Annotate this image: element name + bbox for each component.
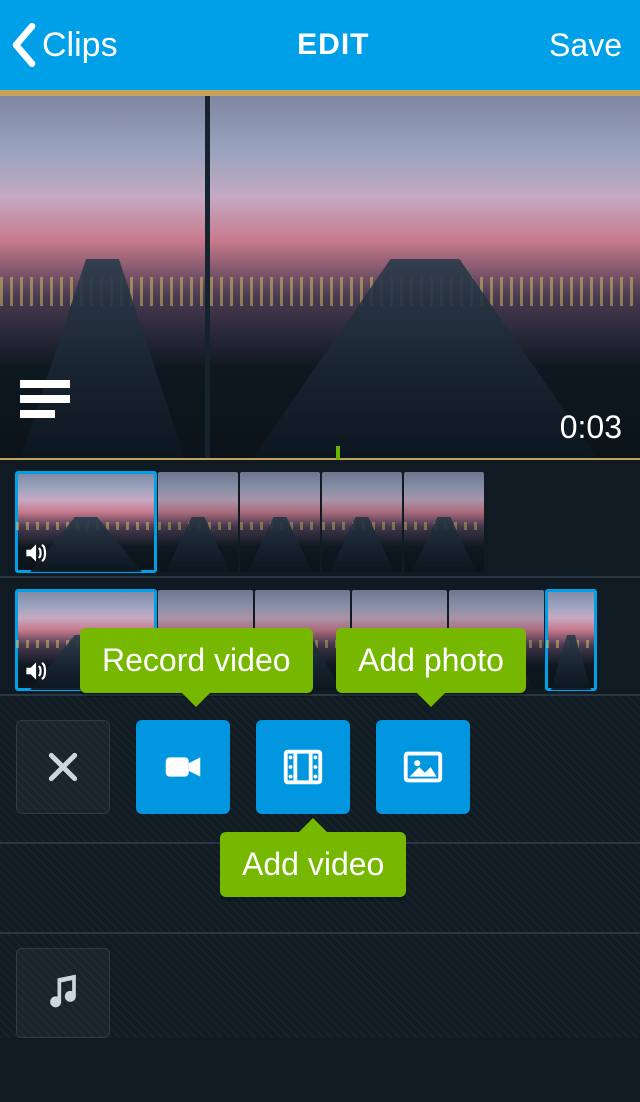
video-camera-icon — [160, 744, 206, 790]
back-button[interactable]: Clips — [8, 21, 118, 69]
preview-area[interactable]: 0:03 — [0, 90, 640, 460]
clip-thumb[interactable] — [16, 472, 156, 572]
music-section — [0, 934, 640, 1038]
list-icon[interactable] — [20, 380, 70, 418]
header-bar: Clips EDIT Save — [0, 0, 640, 90]
close-icon — [43, 747, 83, 787]
clip-thumb[interactable] — [158, 472, 238, 572]
playhead-marker — [336, 446, 340, 460]
sound-icon — [22, 658, 48, 684]
clip-thumb[interactable] — [322, 472, 402, 572]
tooltip-record-video: Record video — [80, 628, 313, 693]
image-icon — [400, 744, 446, 790]
music-note-icon — [41, 971, 85, 1015]
preview-panel-right — [210, 96, 640, 458]
tooltip-add-photo: Add photo — [336, 628, 526, 693]
back-label: Clips — [42, 26, 118, 65]
timecode-label: 0:03 — [560, 409, 622, 446]
record-video-button[interactable] — [136, 720, 230, 814]
clip-thumb[interactable] — [240, 472, 320, 572]
sound-icon — [22, 540, 48, 566]
add-video-button[interactable] — [256, 720, 350, 814]
save-button[interactable]: Save — [549, 27, 622, 64]
clip-thumb[interactable] — [546, 590, 596, 690]
chevron-left-icon — [8, 21, 40, 69]
film-icon — [280, 744, 326, 790]
add-photo-button[interactable] — [376, 720, 470, 814]
cancel-button[interactable] — [16, 720, 110, 814]
timeline-strip-1[interactable] — [0, 460, 640, 576]
music-button[interactable] — [16, 948, 110, 1038]
add-media-section: Record video Add photo Add video — [0, 696, 640, 842]
screen-title: EDIT — [297, 28, 369, 62]
clip-thumb[interactable] — [404, 472, 484, 572]
tooltip-add-video: Add video — [220, 832, 406, 897]
